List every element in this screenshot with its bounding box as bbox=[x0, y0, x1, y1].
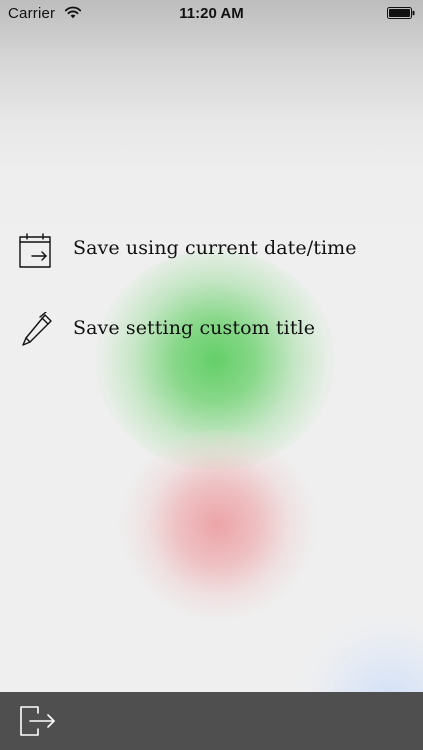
bottom-toolbar bbox=[0, 692, 423, 750]
exit-icon[interactable] bbox=[18, 704, 58, 738]
battery-icon bbox=[387, 7, 415, 19]
calendar-export-icon bbox=[19, 233, 51, 268]
pen-icon bbox=[22, 312, 52, 346]
save-current-datetime-button[interactable]: Save using current date/time bbox=[0, 220, 423, 280]
status-time: 11:20 AM bbox=[179, 5, 244, 22]
status-bar: Carrier 11:20 AM bbox=[0, 0, 423, 28]
save-current-datetime-label: Save using current date/time bbox=[73, 237, 357, 259]
save-custom-title-label: Save setting custom title bbox=[73, 317, 316, 339]
save-custom-title-button[interactable]: Save setting custom title bbox=[0, 300, 423, 360]
red-glow bbox=[118, 430, 318, 620]
app-screen: Carrier 11:20 AM Save using current date… bbox=[0, 0, 423, 750]
